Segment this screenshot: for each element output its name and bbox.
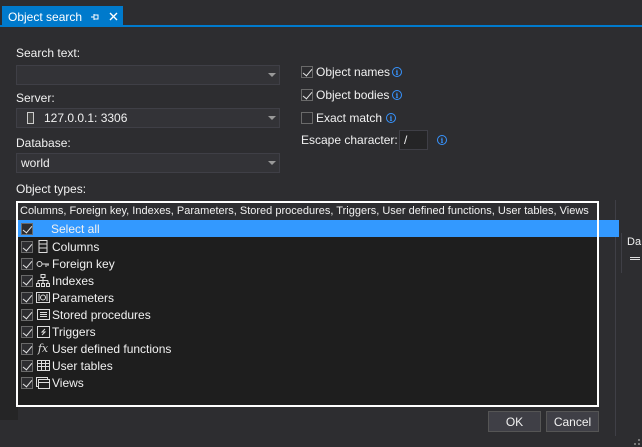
list-item-label: Foreign key — [52, 256, 115, 271]
results-grid-background — [0, 220, 18, 420]
checkbox-icon[interactable] — [21, 325, 33, 338]
checkbox-icon[interactable] — [301, 66, 313, 78]
info-icon[interactable]: i — [437, 135, 447, 145]
exact-match-checkbox[interactable]: Exact match — [301, 111, 382, 125]
list-item-label: Columns — [52, 239, 100, 254]
checkbox-icon[interactable] — [21, 376, 33, 389]
procedure-icon — [36, 308, 50, 322]
checkbox-icon[interactable] — [21, 342, 33, 355]
list-item-user-defined-functions[interactable]: fx User defined functions — [18, 340, 619, 357]
info-icon[interactable]: i — [386, 113, 396, 123]
close-icon[interactable] — [106, 10, 120, 24]
chevron-down-icon[interactable] — [268, 73, 276, 77]
list-item-label: Parameters — [52, 290, 115, 305]
tab-title: Object search — [8, 9, 83, 24]
column-icon — [36, 240, 50, 254]
info-icon[interactable]: i — [392, 67, 402, 77]
escape-character-value: / — [404, 133, 408, 147]
filter-icon[interactable] — [630, 257, 640, 260]
resize-grip-icon[interactable] — [630, 435, 640, 445]
object-types-dropdown-list[interactable]: Select all Columns Foreign key Indexes P… — [18, 220, 619, 405]
trigger-icon — [36, 325, 50, 339]
chevron-down-icon[interactable] — [268, 116, 276, 120]
object-names-checkbox[interactable]: Object names — [301, 65, 390, 79]
function-icon: fx — [37, 342, 49, 355]
index-icon — [36, 274, 50, 288]
escape-character-label: Escape character: — [301, 133, 398, 147]
object-types-label: Object types: — [16, 182, 87, 196]
object-types-value: Columns, Foreign key, Indexes, Parameter… — [20, 205, 589, 217]
checkbox-icon[interactable] — [21, 257, 33, 270]
document-tab-strip: Object search — [0, 0, 642, 27]
cancel-button[interactable]: Cancel — [546, 411, 599, 432]
list-item-label: Views — [52, 375, 84, 390]
checkbox-icon[interactable] — [301, 89, 313, 101]
list-item-label: Indexes — [52, 273, 95, 288]
list-item-label: User defined functions — [52, 341, 172, 356]
list-item-indexes[interactable]: Indexes — [18, 272, 619, 289]
checkbox-icon[interactable] — [21, 291, 33, 304]
list-item-label: Triggers — [52, 324, 96, 339]
results-panel-header: Da — [621, 233, 642, 273]
list-item-parameters[interactable]: Parameters — [18, 289, 619, 306]
parameters-icon — [36, 291, 50, 305]
server-label: Server: — [16, 91, 55, 105]
list-item-columns[interactable]: Columns — [18, 238, 619, 255]
key-icon — [36, 257, 50, 271]
server-select[interactable]: 127.0.0.1: 3306 — [16, 108, 280, 128]
checkbox-icon[interactable] — [21, 274, 33, 287]
table-icon — [36, 359, 50, 373]
list-item-label: User tables — [52, 358, 113, 373]
pin-icon[interactable] — [88, 10, 102, 24]
database-label: Database: — [16, 136, 71, 150]
exact-match-label: Exact match — [316, 111, 383, 125]
list-item-views[interactable]: Views — [18, 374, 619, 391]
list-item-triggers[interactable]: Triggers — [18, 323, 619, 340]
checkbox-icon[interactable] — [21, 240, 33, 253]
ok-button[interactable]: OK — [488, 411, 541, 432]
server-value: 127.0.0.1: 3306 — [44, 111, 128, 125]
list-item-label: Stored procedures — [52, 307, 151, 322]
list-item-foreign-key[interactable]: Foreign key — [18, 255, 619, 272]
list-item-label: Select all — [51, 221, 100, 236]
list-item-stored-procedures[interactable]: Stored procedures — [18, 306, 619, 323]
info-icon[interactable]: i — [392, 90, 402, 100]
database-select[interactable]: world — [16, 153, 280, 173]
checkbox-icon[interactable] — [21, 222, 33, 235]
checkbox-icon[interactable] — [301, 112, 313, 124]
chevron-down-icon[interactable] — [268, 161, 276, 165]
column-header-da: Da — [627, 236, 642, 248]
server-icon — [27, 112, 34, 124]
tab-object-search[interactable]: Object search — [2, 6, 123, 27]
object-bodies-label: Object bodies — [316, 88, 390, 102]
search-text-input[interactable] — [16, 65, 280, 85]
list-item-user-tables[interactable]: User tables — [18, 357, 619, 374]
escape-character-input[interactable]: / — [399, 130, 428, 150]
checkbox-icon[interactable] — [21, 308, 33, 321]
object-names-label: Object names — [316, 65, 391, 79]
object-bodies-checkbox[interactable]: Object bodies — [301, 88, 389, 102]
checkbox-icon[interactable] — [21, 359, 33, 372]
view-icon — [36, 376, 50, 390]
database-value: world — [21, 156, 50, 170]
search-text-label: Search text: — [16, 46, 81, 60]
object-types-select[interactable]: Columns, Foreign key, Indexes, Parameter… — [16, 201, 599, 220]
list-item-select-all[interactable]: Select all — [18, 220, 619, 237]
